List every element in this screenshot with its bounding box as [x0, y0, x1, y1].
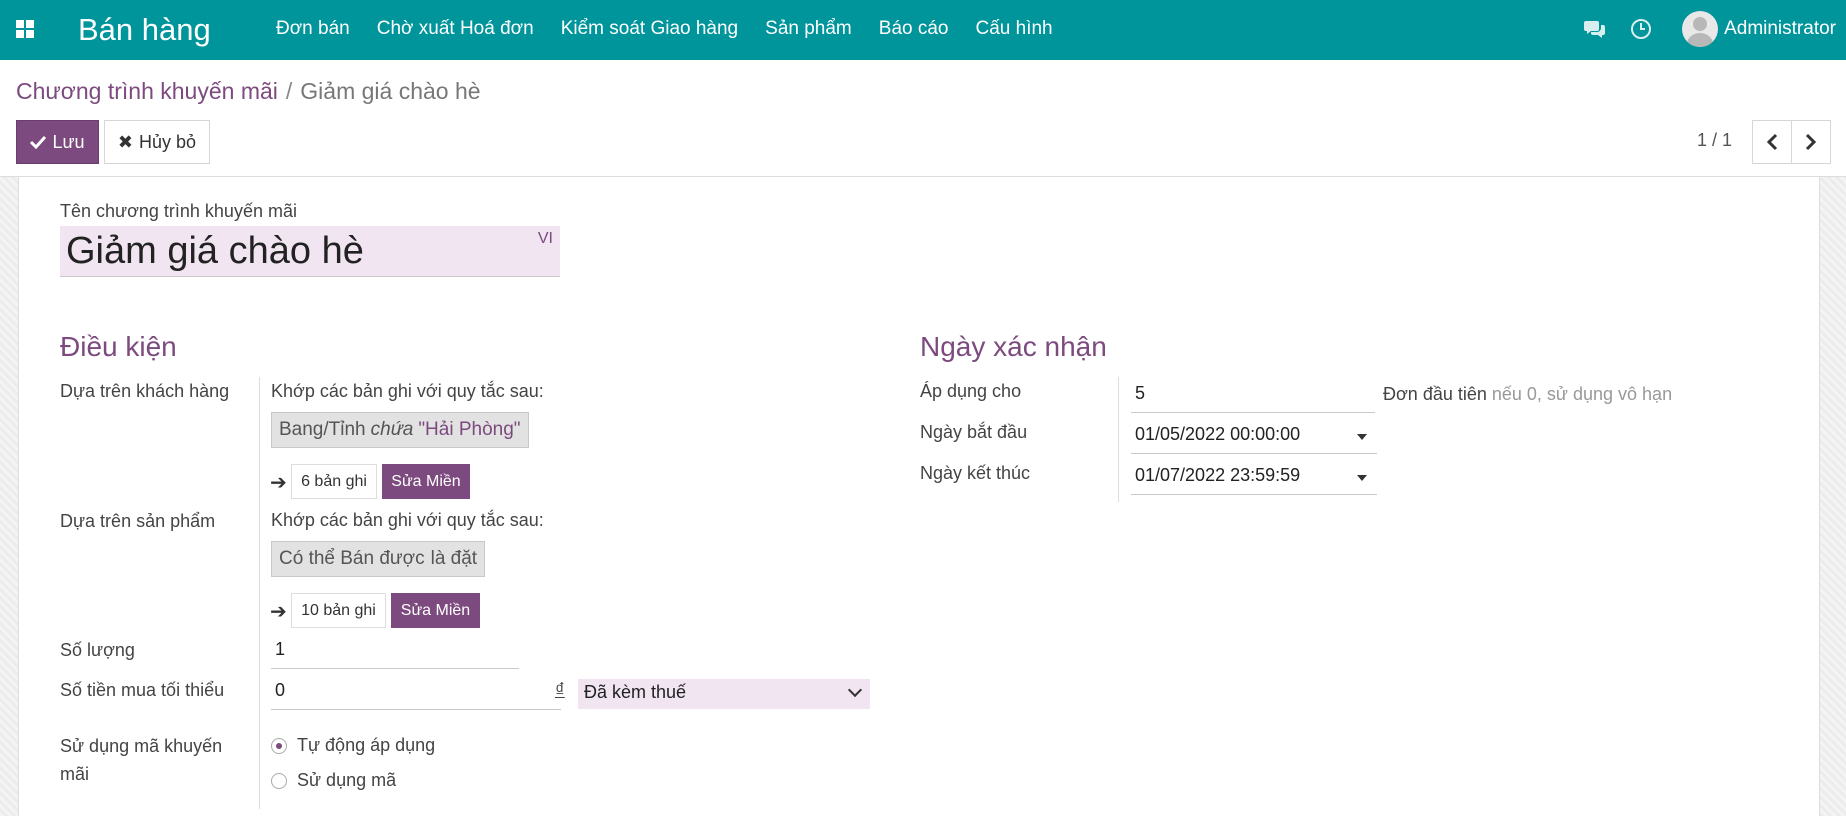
conditions-divider — [259, 377, 260, 809]
app-title[interactable]: Bán hàng — [78, 12, 211, 48]
arrow-right-icon: ➔ — [270, 601, 287, 623]
customer-domain-operator: chứa — [370, 419, 414, 440]
caret-down-icon — [1357, 475, 1367, 481]
pager-next-button[interactable] — [1791, 120, 1831, 164]
radio-auto-apply-label[interactable]: Tự động áp dụng — [297, 735, 435, 756]
save-button[interactable]: Lưu — [16, 120, 99, 164]
code-usage-label: Sử dụng mã khuyến mãi — [60, 736, 223, 784]
check-icon — [30, 135, 47, 149]
validity-divider — [1118, 377, 1119, 502]
product-domain-operator: là đặt — [430, 548, 478, 569]
min-amount-label: Số tiền mua tối thiểu — [60, 680, 225, 700]
end-date-label: Ngày kết thúc — [920, 463, 1031, 483]
menu-item-configuration[interactable]: Cấu hình — [976, 18, 1053, 40]
discard-button[interactable]: ✖ Hủy bỏ — [104, 120, 210, 164]
apps-grid-icon[interactable] — [16, 20, 34, 38]
breadcrumb-current: Giảm giá chào hè — [300, 78, 481, 104]
breadcrumb-parent[interactable]: Chương trình khuyến mãi — [16, 78, 278, 104]
clock-icon[interactable] — [1630, 18, 1652, 40]
customer-domain-tag[interactable]: Bang/Tỉnh chứa "Hải Phòng" — [271, 412, 529, 448]
currency-symbol: ₫ — [555, 680, 565, 701]
tax-mode-select[interactable]: Đã kèm thuế — [578, 679, 870, 709]
apply-on-input[interactable]: 5 — [1131, 377, 1375, 413]
product-rule-label: Dựa trên sản phẩm — [60, 511, 216, 531]
breadcrumb: Chương trình khuyến mãi / Giảm giá chào hè — [16, 78, 481, 105]
chevron-down-icon — [847, 682, 863, 698]
apply-on-hint: Đơn đầu tiên nếu 0, sử dụng vô hạn — [1383, 384, 1672, 405]
apply-on-suffix: Đơn đầu tiên — [1383, 384, 1487, 404]
arrow-right-icon: ➔ — [270, 472, 287, 494]
radio-use-code-label[interactable]: Sử dụng mã — [297, 770, 396, 791]
save-button-label: Lưu — [52, 131, 85, 152]
pager-previous-button[interactable] — [1752, 120, 1792, 164]
product-records-button[interactable]: 10 bản ghi — [291, 593, 386, 628]
customer-domain-field: Bang/Tỉnh — [279, 419, 366, 440]
translate-lang-button[interactable]: VI — [538, 230, 553, 248]
breadcrumb-separator: / — [285, 78, 293, 104]
program-name-value[interactable]: Giảm giá chào hè — [66, 230, 364, 273]
quantity-input[interactable]: 1 — [271, 633, 519, 669]
start-date-input[interactable]: 01/05/2022 00:00:00 — [1131, 418, 1377, 454]
chevron-right-icon — [1805, 133, 1817, 151]
menu-item-orders[interactable]: Đơn bán — [276, 18, 350, 40]
program-name-label: Tên chương trình khuyến mãi — [60, 201, 297, 221]
radio-use-code[interactable] — [271, 773, 287, 789]
menu-item-delivery[interactable]: Kiểm soát Giao hàng — [561, 18, 738, 40]
quantity-label: Số lượng — [60, 640, 135, 660]
customer-domain-value: "Hải Phòng" — [418, 419, 521, 440]
user-name[interactable]: Administrator — [1724, 18, 1836, 40]
radio-auto-apply[interactable] — [271, 738, 287, 754]
apply-on-help: nếu 0, sử dụng vô hạn — [1491, 384, 1673, 404]
validity-title: Ngày xác nhận — [920, 331, 1107, 362]
program-name-input[interactable]: Giảm giá chào hè VI — [60, 226, 560, 277]
main-menu: Đơn bán Chờ xuất Hoá đơn Kiểm soát Giao … — [276, 18, 1080, 40]
end-date-value: 01/07/2022 23:59:59 — [1135, 465, 1301, 485]
apply-on-label: Áp dụng cho — [920, 381, 1022, 401]
customer-records-button[interactable]: 6 bản ghi — [291, 464, 377, 499]
customer-edit-domain-button[interactable]: Sửa Miền — [382, 464, 470, 499]
start-date-value: 01/05/2022 00:00:00 — [1135, 424, 1301, 444]
product-edit-domain-button[interactable]: Sửa Miền — [391, 593, 480, 628]
menu-item-to-invoice[interactable]: Chờ xuất Hoá đơn — [377, 18, 534, 40]
product-rule-intro: Khớp các bản ghi với quy tắc sau: — [271, 510, 544, 530]
user-avatar[interactable] — [1682, 11, 1718, 47]
close-icon: ✖ — [117, 131, 134, 152]
product-domain-tag[interactable]: Có thể Bán được là đặt — [271, 541, 486, 577]
chevron-left-icon — [1766, 133, 1778, 151]
chat-icon[interactable] — [1584, 19, 1606, 39]
customer-rule-label: Dựa trên khách hàng — [60, 381, 230, 401]
product-domain-field: Có thể Bán được — [279, 548, 425, 569]
caret-down-icon — [1357, 434, 1367, 440]
start-date-label: Ngày bắt đầu — [920, 422, 1028, 442]
top-navbar: Bán hàng Đơn bán Chờ xuất Hoá đơn Kiểm s… — [0, 0, 1846, 60]
menu-item-reporting[interactable]: Báo cáo — [879, 18, 949, 40]
pager-value[interactable]: 1 / 1 — [1697, 130, 1732, 151]
end-date-input[interactable]: 01/07/2022 23:59:59 — [1131, 459, 1377, 495]
conditions-title: Điều kiện — [60, 331, 177, 362]
min-amount-input[interactable]: 0 — [271, 674, 561, 710]
menu-item-products[interactable]: Sản phẩm — [765, 18, 852, 40]
tax-mode-value: Đã kèm thuế — [584, 682, 687, 702]
customer-rule-intro: Khớp các bản ghi với quy tắc sau: — [271, 381, 544, 401]
discard-button-label: Hủy bỏ — [139, 131, 197, 152]
